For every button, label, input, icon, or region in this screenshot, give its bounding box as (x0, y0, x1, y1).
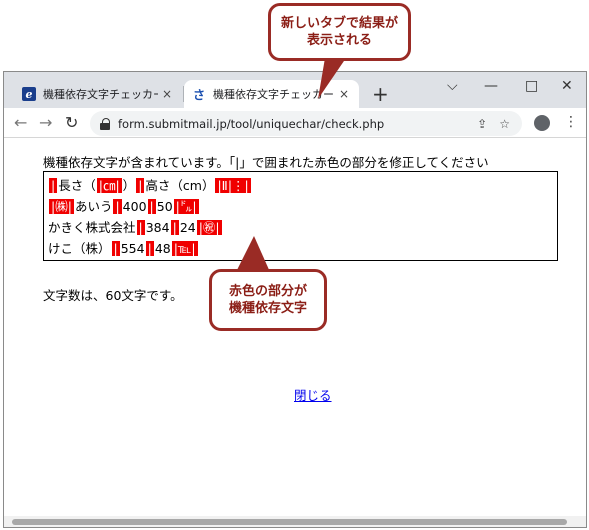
delimiter-bar: | (145, 241, 154, 256)
plain-text: 長さ（ (58, 178, 96, 193)
maximize-button[interactable]: □ (525, 78, 538, 94)
delimiter-bar: | (170, 220, 179, 235)
dependent-char-highlight: |㊗| (196, 220, 222, 235)
delimiter-bar: | (136, 178, 145, 193)
reload-icon[interactable]: ↻ (65, 113, 78, 132)
plain-text: 高さ（cm） (145, 178, 215, 193)
delimiter-bar: | (136, 220, 145, 235)
callout-line: 赤色の部分が (228, 284, 307, 299)
result-line: | 長さ（ |㎝|） | 高さ（cm） |Ⅱ|⋮| (48, 175, 553, 196)
plain-text: 24 (179, 220, 196, 235)
dependent-char-highlight: |㈱| (49, 199, 74, 214)
callout-line: 新しいタブで結果が (280, 16, 398, 31)
forward-arrow-icon[interactable]: → (39, 113, 52, 132)
plain-text: あいう (74, 199, 113, 214)
plain-text: 554 (120, 241, 145, 256)
result-box: | 長さ（ |㎝|） | 高さ（cm） |Ⅱ|⋮| |㈱| あいう | 400 | 50 |㌦| かきく株… (43, 171, 558, 261)
character-count: 文字数は、60文字です。 (43, 288, 183, 303)
result-line: かきく株式会社 | 384 | 24 |㊗| (48, 217, 553, 238)
close-tab-icon[interactable]: × (335, 87, 353, 101)
result-line: けこ（株） | 554 | 48 |℡| (48, 238, 553, 259)
delimiter-bar: | (49, 178, 58, 193)
close-tab-icon[interactable]: × (158, 87, 176, 101)
address-bar[interactable]: form.submitmail.jp/tool/uniquechar/check… (90, 111, 522, 136)
tab-active[interactable]: さ 機種依存文字チェッカー｜さぶみっと × (184, 80, 359, 108)
lock-icon (100, 118, 110, 130)
plain-text: かきく株式会社 (48, 220, 136, 235)
close-window-button[interactable]: ✕ (561, 78, 573, 94)
tab-inactive[interactable]: e 機種依存文字チェッカー｜さぶみっと × (14, 80, 182, 108)
delimiter-bar: | (111, 241, 120, 256)
dependent-char-highlight: |㌦| (173, 199, 199, 214)
plain-text: 400 (122, 199, 147, 214)
site-favicon-icon: さ (192, 87, 205, 102)
callout-red-part: 赤色の部分が 機種依存文字 (209, 269, 327, 331)
close-link[interactable]: 閉じる (294, 385, 332, 404)
dependent-char-highlight: |Ⅱ|⋮| (215, 178, 251, 193)
dependent-char-highlight: |℡| (171, 241, 198, 256)
tab-bar: e 機種依存文字チェッカー｜さぶみっと × さ 機種依存文字チェッカー｜さぶみっ… (4, 72, 586, 108)
callout-line: 表示される (306, 33, 372, 48)
plain-text: 50 (156, 199, 173, 214)
callout-new-tab: 新しいタブで結果が 表示される (268, 3, 411, 61)
minimize-button[interactable]: — (484, 78, 498, 94)
tab-search-icon[interactable]: ⌵ (447, 78, 458, 94)
delimiter-bar: | (147, 199, 156, 214)
tab-title: 機種依存文字チェッカー｜さぶみっと (43, 88, 158, 101)
menu-kebab-icon[interactable]: ⋮ (564, 114, 578, 130)
dependent-char-highlight: |㎝| (96, 178, 122, 193)
screenshot-stage: e 機種依存文字チェッカー｜さぶみっと × さ 機種依存文字チェッカー｜さぶみっ… (0, 0, 589, 530)
back-arrow-icon[interactable]: ← (14, 113, 27, 132)
plain-text: けこ（株） (48, 241, 111, 256)
delimiter-bar: | (113, 199, 122, 214)
new-tab-button[interactable]: + (372, 82, 389, 106)
callout-line: 機種依存文字 (228, 301, 307, 316)
plain-text: 384 (145, 220, 170, 235)
url-text[interactable]: form.submitmail.jp/tool/uniquechar/check… (118, 117, 477, 131)
warning-message: 機種依存文字が含まれています。「|」で囲まれた赤色の部分を修正してください (43, 155, 489, 170)
plain-text: 48 (154, 241, 171, 256)
plain-text: ） (122, 178, 136, 193)
tab-title: 機種依存文字チェッカー｜さぶみっと (213, 88, 335, 101)
horizontal-scrollbar[interactable] (4, 516, 586, 527)
edge-favicon-icon: e (22, 87, 36, 101)
scrollbar-thumb[interactable] (12, 519, 567, 525)
profile-avatar-icon[interactable] (534, 115, 550, 131)
browser-toolbar: ← → ↻ form.submitmail.jp/tool/uniquechar… (4, 108, 586, 138)
result-line: |㈱| あいう | 400 | 50 |㌦| (48, 196, 553, 217)
bookmark-star-icon[interactable]: ☆ (499, 117, 510, 131)
share-icon[interactable]: ⇪ (477, 117, 487, 131)
